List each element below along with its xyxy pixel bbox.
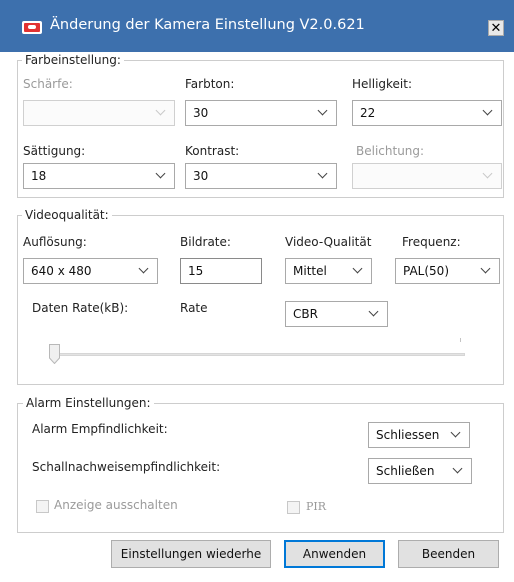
slider-tick (460, 338, 461, 342)
sound-sensitivity-select[interactable]: Schließen (368, 458, 472, 484)
alarm-sensitivity-label: Alarm Empfindlichkeit: (32, 422, 168, 436)
resolution-label: Auflösung: (23, 235, 87, 249)
contrast-value: 30 (193, 169, 209, 183)
rate-mode-select[interactable]: CBR (285, 301, 388, 327)
exposure-select[interactable] (352, 163, 502, 189)
frequency-label: Frequenz: (402, 235, 461, 249)
resolution-select[interactable]: 640 x 480 (23, 258, 158, 284)
hide-display-label: Anzeige ausschalten (54, 498, 178, 512)
camera-app-icon (22, 21, 42, 34)
restore-settings-button[interactable]: Einstellungen wiederhe (111, 540, 271, 568)
video-quality-label: Video-Qualität (285, 235, 372, 249)
frequency-value: PAL(50) (403, 264, 449, 278)
contrast-label: Kontrast: (185, 144, 240, 158)
video-quality-legend: Videoqualität: (22, 208, 112, 222)
chevron-down-icon (352, 263, 363, 274)
chevron-down-icon (155, 168, 166, 179)
data-rate-slider-track[interactable] (53, 353, 465, 356)
sound-sensitivity-label: Schallnachweisempfindlichkeit: (32, 460, 221, 474)
data-rate-slider-thumb[interactable] (49, 344, 60, 365)
video-quality-select[interactable]: Mittel (285, 258, 372, 284)
alarm-sensitivity-value: Schliessen (376, 428, 440, 442)
chevron-down-icon (482, 168, 493, 179)
resolution-value: 640 x 480 (31, 264, 92, 278)
color-settings-legend: Farbeinstellung: (22, 53, 124, 67)
chevron-down-icon (452, 463, 463, 474)
chevron-down-icon (480, 263, 491, 274)
sharpness-select[interactable] (23, 100, 175, 126)
saturation-value: 18 (31, 169, 47, 183)
alarm-sensitivity-select[interactable]: Schliessen (368, 422, 470, 448)
framerate-input[interactable]: 15 (180, 258, 262, 284)
chevron-down-icon (317, 168, 328, 179)
brightness-value: 22 (360, 106, 376, 120)
quit-button[interactable]: Beenden (398, 540, 499, 568)
chevron-down-icon (368, 306, 379, 317)
hue-select[interactable]: 30 (185, 100, 337, 126)
exposure-label: Belichtung: (356, 144, 425, 158)
chevron-down-icon (155, 105, 166, 116)
title-bar: Änderung der Kamera Einstellung V2.0.621… (0, 0, 514, 52)
rate-mode-value: CBR (293, 307, 318, 321)
video-quality-value: Mittel (293, 264, 327, 278)
frequency-select[interactable]: PAL(50) (395, 258, 500, 284)
apply-button[interactable]: Anwenden (284, 540, 385, 568)
alarm-settings-legend: Alarm Einstellungen: (23, 396, 154, 410)
saturation-label: Sättigung: (23, 144, 86, 158)
brightness-label: Helligkeit: (352, 77, 413, 91)
window-title: Änderung der Kamera Einstellung V2.0.621 (50, 17, 365, 33)
chevron-down-icon (450, 427, 461, 438)
chevron-down-icon (138, 263, 149, 274)
hide-display-checkbox[interactable] (36, 500, 49, 513)
close-button[interactable]: ✕ (488, 20, 504, 36)
sharpness-label: Schärfe: (23, 77, 73, 91)
brightness-select[interactable]: 22 (352, 100, 502, 126)
saturation-select[interactable]: 18 (23, 163, 175, 189)
rate-label: Rate (180, 301, 208, 315)
data-rate-label: Daten Rate(kB): (32, 301, 129, 315)
chevron-down-icon (482, 105, 493, 116)
pir-label: PIR (306, 500, 327, 513)
framerate-label: Bildrate: (180, 235, 231, 249)
framerate-value: 15 (188, 264, 204, 278)
hue-label: Farbton: (185, 77, 235, 91)
pir-checkbox[interactable] (287, 501, 300, 514)
sound-sensitivity-value: Schließen (376, 464, 435, 478)
contrast-select[interactable]: 30 (185, 163, 337, 189)
chevron-down-icon (317, 105, 328, 116)
hue-value: 30 (193, 106, 209, 120)
